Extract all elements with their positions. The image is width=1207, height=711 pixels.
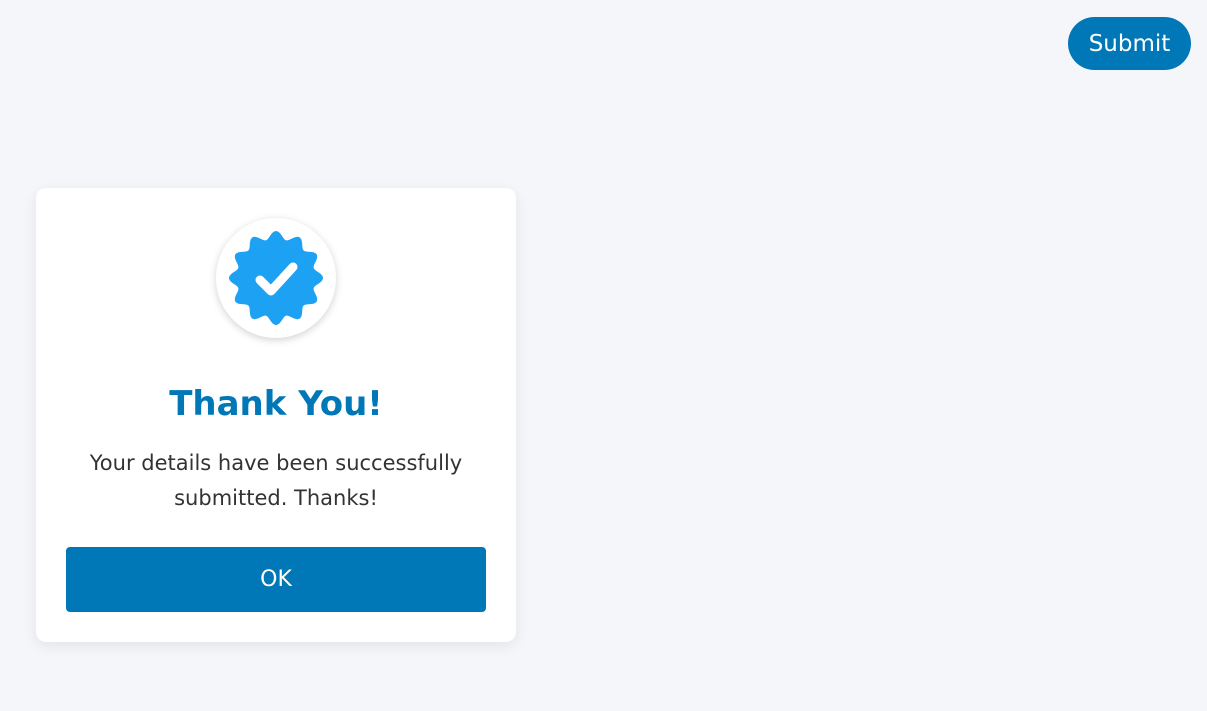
dialog-title: Thank You! [169, 384, 383, 424]
dialog-message: Your details have been successfully subm… [89, 451, 463, 510]
badge-container [216, 218, 336, 338]
verified-badge-icon [229, 231, 323, 325]
submit-button[interactable]: Submit [1068, 17, 1191, 70]
thank-you-dialog: Thank You! Your details have been succes… [36, 188, 516, 642]
ok-button[interactable]: OK [66, 547, 486, 612]
